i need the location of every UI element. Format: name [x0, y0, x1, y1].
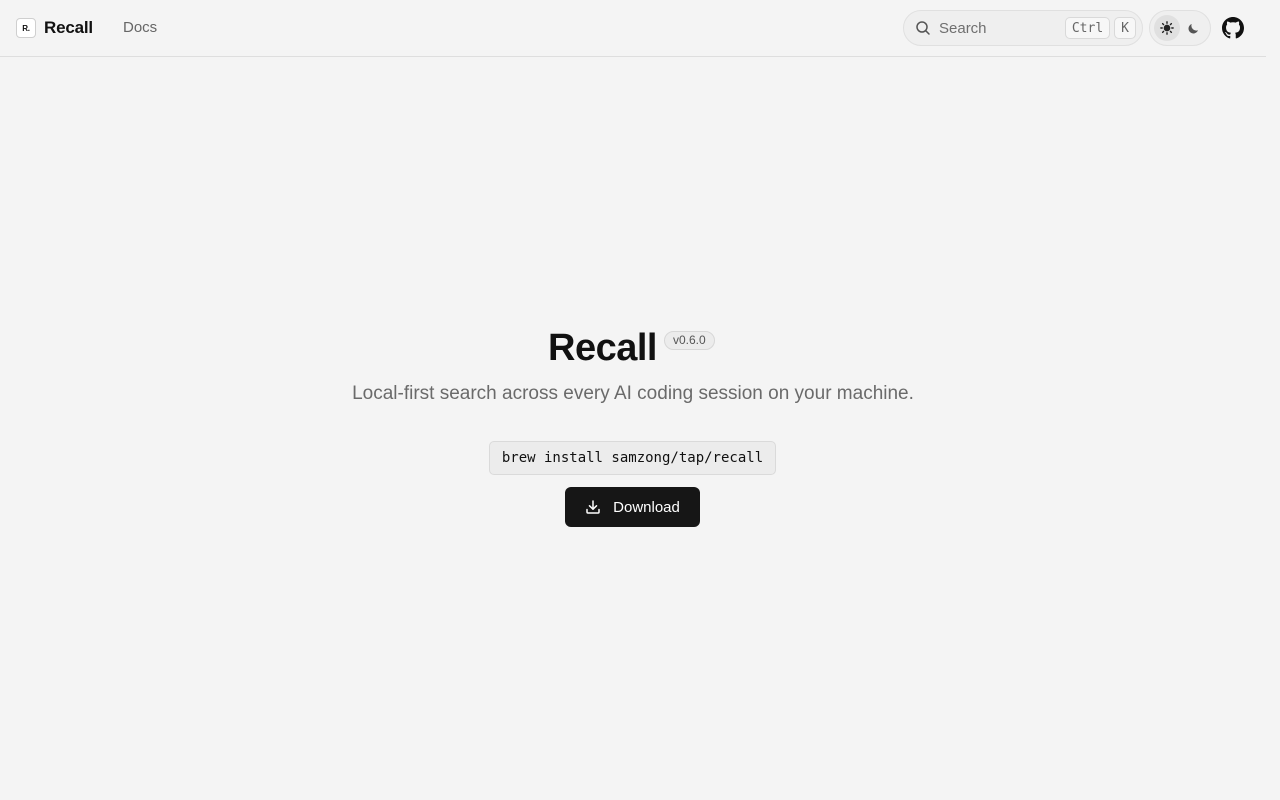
hero-title-row: Recall v0.6.0 [0, 325, 1266, 371]
version-badge: v0.6.0 [664, 331, 715, 350]
install-command[interactable]: brew install samzong/tap/recall [489, 441, 776, 475]
download-icon [586, 500, 600, 514]
hero-title: Recall [548, 327, 657, 369]
hero-tagline: Local-first search across every AI codin… [352, 383, 914, 404]
hero-section: Recall v0.6.0 Local-first search across … [0, 0, 1266, 800]
download-label: Download [613, 498, 680, 516]
scrollbar[interactable] [1266, 0, 1280, 800]
download-button[interactable]: Download [565, 487, 700, 527]
